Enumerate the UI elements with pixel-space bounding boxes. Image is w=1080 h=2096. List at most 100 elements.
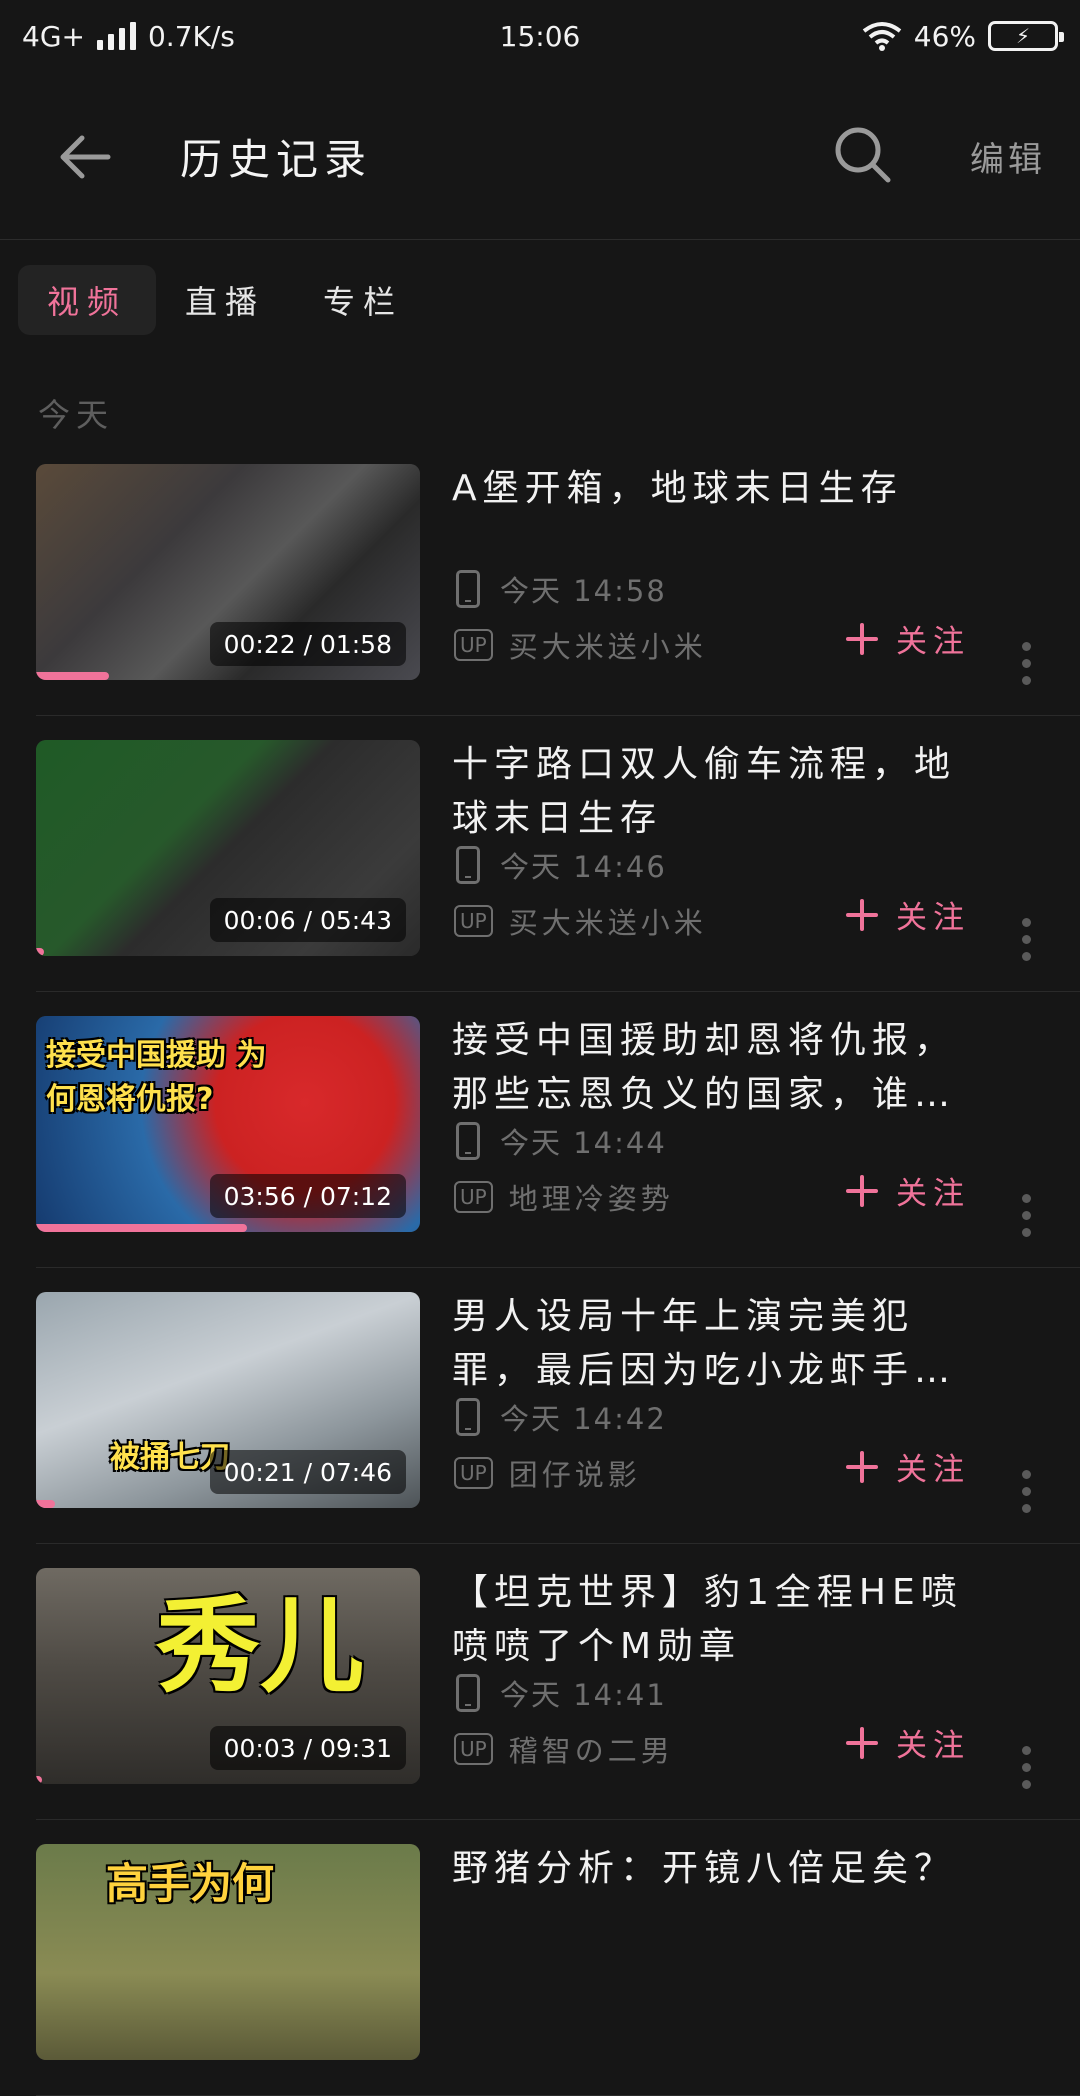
up-badge-icon: UP xyxy=(454,1181,493,1213)
section-label-today: 今天 xyxy=(38,396,115,434)
watch-time-text: 今天 14:58 xyxy=(500,574,667,608)
duration-label: 00:06 / 05:43 xyxy=(209,898,406,942)
header: 历史记录 编辑 xyxy=(0,72,1080,240)
watch-progress xyxy=(36,948,420,956)
back-arrow-icon[interactable] xyxy=(58,130,112,184)
history-item[interactable]: 00:06 / 05:43 十字路口双人偷车流程，地球末日生存 今天 14:46… xyxy=(0,716,1080,992)
uploader: UP 团仔说影 xyxy=(454,1452,641,1494)
more-options-icon[interactable] xyxy=(1018,1742,1035,1793)
uploader-name: 地理冷姿势 xyxy=(508,1182,674,1216)
watch-progress xyxy=(36,1500,420,1508)
uploader: UP 买大米送小米 xyxy=(454,624,707,666)
up-badge-icon: UP xyxy=(454,1457,493,1489)
up-badge-icon: UP xyxy=(454,1733,493,1765)
video-thumbnail[interactable]: 高手为何 xyxy=(36,1844,420,2060)
uploader: UP 地理冷姿势 xyxy=(454,1176,674,1218)
follow-button[interactable]: 关注 xyxy=(846,1168,970,1213)
video-title[interactable]: 男人设局十年上演完美犯罪，最后因为吃小龙虾手… xyxy=(452,1290,972,1398)
plus-icon xyxy=(846,622,878,655)
history-list: 00:22 / 01:58 A堡开箱，地球末日生存 今天 14:58 UP 买大… xyxy=(0,440,1080,2096)
watch-progress xyxy=(36,1776,420,1784)
video-title[interactable]: 【坦克世界】豹1全程HE喷喷喷了个M勋章 xyxy=(452,1566,972,1674)
video-thumbnail[interactable]: 00:22 / 01:58 xyxy=(36,464,420,680)
history-item[interactable]: 秀儿 00:03 / 09:31 【坦克世界】豹1全程HE喷喷喷了个M勋章 今天… xyxy=(0,1544,1080,1820)
more-options-icon[interactable] xyxy=(1018,638,1035,689)
phone-icon xyxy=(456,846,480,884)
watch-time-text: 今天 14:42 xyxy=(500,1402,667,1436)
battery-percent: 46% xyxy=(913,19,976,53)
video-title[interactable]: 野猪分析：开镜八倍足矣？ xyxy=(452,1842,972,1896)
status-right: 46% ⚡ xyxy=(862,19,1064,53)
follow-label: 关注 xyxy=(896,1728,970,1764)
follow-label: 关注 xyxy=(896,624,970,660)
uploader-name: 买大米送小米 xyxy=(508,630,707,664)
tab-live[interactable]: 直播 xyxy=(156,265,294,335)
wifi-icon xyxy=(862,22,901,51)
plus-icon xyxy=(846,1726,878,1759)
uploader: UP 稽智の二男 xyxy=(454,1728,674,1770)
progress-fill xyxy=(36,672,109,680)
video-thumbnail[interactable]: 被捅七刀 00:21 / 07:46 xyxy=(36,1292,420,1508)
up-badge-icon: UP xyxy=(454,905,493,937)
thumbnail-caption: 接受中国援助 为何恩将仇报? xyxy=(46,1038,267,1117)
watch-time: 今天 14:58 xyxy=(456,568,667,610)
phone-icon xyxy=(456,570,480,608)
history-item[interactable]: 00:22 / 01:58 A堡开箱，地球末日生存 今天 14:58 UP 买大… xyxy=(0,440,1080,716)
video-thumbnail[interactable]: 00:06 / 05:43 xyxy=(36,740,420,956)
watch-time-text: 今天 14:44 xyxy=(500,1126,667,1160)
watch-time: 今天 14:42 xyxy=(456,1396,667,1438)
plus-icon xyxy=(846,1174,878,1207)
history-item[interactable]: 接受中国援助 为何恩将仇报? 03:56 / 07:12 接受中国援助却恩将仇报… xyxy=(0,992,1080,1268)
history-item[interactable]: 高手为何 野猪分析：开镜八倍足矣？ xyxy=(0,1820,1080,2096)
page-title: 历史记录 xyxy=(180,135,373,184)
status-bar: 4G+ 0.7K/s 15:06 46% ⚡ xyxy=(0,0,1080,72)
progress-fill xyxy=(36,1776,42,1784)
uploader-name: 稽智の二男 xyxy=(508,1734,674,1768)
video-title[interactable]: 接受中国援助却恩将仇报，那些忘恩负义的国家，谁… xyxy=(452,1014,972,1122)
history-item[interactable]: 被捅七刀 00:21 / 07:46 男人设局十年上演完美犯罪，最后因为吃小龙虾… xyxy=(0,1268,1080,1544)
search-icon[interactable] xyxy=(832,124,894,186)
plus-icon xyxy=(846,898,878,931)
network-type: 4G+ xyxy=(22,19,85,53)
duration-label: 03:56 / 07:12 xyxy=(209,1174,406,1218)
plus-icon xyxy=(846,1450,878,1483)
status-left: 4G+ 0.7K/s xyxy=(22,20,235,53)
tab-bar: 视频 直播 专栏 xyxy=(18,265,432,335)
signal-icon xyxy=(96,22,136,50)
watch-time: 今天 14:46 xyxy=(456,844,667,886)
battery-icon: ⚡ xyxy=(988,21,1064,51)
more-options-icon[interactable] xyxy=(1018,1466,1035,1517)
network-speed: 0.7K/s xyxy=(147,19,235,53)
follow-label: 关注 xyxy=(896,1176,970,1212)
thumbnail-caption: 高手为何 xyxy=(106,1859,275,1908)
watch-time-text: 今天 14:41 xyxy=(500,1678,667,1712)
tab-column[interactable]: 专栏 xyxy=(294,265,432,335)
more-options-icon[interactable] xyxy=(1018,1190,1035,1241)
watch-time-text: 今天 14:46 xyxy=(500,850,667,884)
follow-label: 关注 xyxy=(896,900,970,936)
uploader-name: 买大米送小米 xyxy=(508,906,707,940)
follow-button[interactable]: 关注 xyxy=(846,616,970,661)
uploader: UP 买大米送小米 xyxy=(454,900,707,942)
watch-time: 今天 14:41 xyxy=(456,1672,667,1714)
video-thumbnail[interactable]: 秀儿 00:03 / 09:31 xyxy=(36,1568,420,1784)
video-title[interactable]: A堡开箱，地球末日生存 xyxy=(452,462,972,516)
watch-time: 今天 14:44 xyxy=(456,1120,667,1162)
phone-icon xyxy=(456,1122,480,1160)
follow-label: 关注 xyxy=(896,1452,970,1488)
video-thumbnail[interactable]: 接受中国援助 为何恩将仇报? 03:56 / 07:12 xyxy=(36,1016,420,1232)
progress-fill xyxy=(36,1500,56,1508)
tab-video[interactable]: 视频 xyxy=(18,265,156,335)
follow-button[interactable]: 关注 xyxy=(846,892,970,937)
thumbnail-caption: 秀儿 xyxy=(156,1585,365,1707)
video-title[interactable]: 十字路口双人偷车流程，地球末日生存 xyxy=(452,738,972,846)
more-options-icon[interactable] xyxy=(1018,914,1035,965)
edit-button[interactable]: 编辑 xyxy=(970,132,1046,181)
duration-label: 00:22 / 01:58 xyxy=(209,622,406,666)
follow-button[interactable]: 关注 xyxy=(846,1444,970,1489)
duration-label: 00:03 / 09:31 xyxy=(209,1726,406,1770)
progress-fill xyxy=(36,1224,248,1232)
follow-button[interactable]: 关注 xyxy=(846,1720,970,1765)
progress-fill xyxy=(36,948,44,956)
uploader-name: 团仔说影 xyxy=(508,1458,641,1492)
